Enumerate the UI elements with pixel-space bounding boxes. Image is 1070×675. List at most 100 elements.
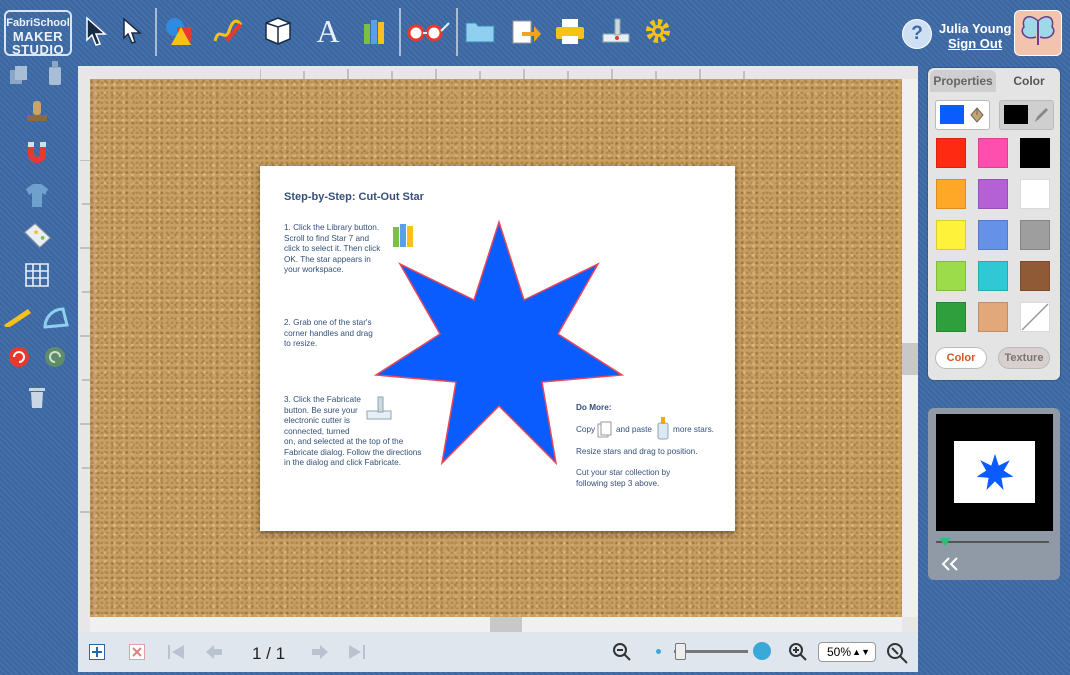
vertical-scroll-thumb[interactable] [902, 343, 918, 375]
select-arrow-icon[interactable] [78, 12, 114, 50]
view-glasses-icon[interactable] [404, 12, 450, 50]
shirt-icon[interactable] [22, 180, 52, 210]
color-swatch-pink[interactable] [978, 138, 1008, 168]
redo-icon[interactable] [40, 342, 70, 372]
step-1-line: Scroll to find Star 7 and [284, 233, 370, 243]
stamp-icon[interactable] [22, 98, 52, 128]
last-page-icon[interactable] [346, 641, 368, 663]
color-swatch-black[interactable] [1020, 138, 1050, 168]
paste-glue-icon [656, 415, 670, 446]
next-page-icon[interactable] [309, 641, 331, 663]
collapse-chevron-icon[interactable] [940, 556, 960, 577]
do-more-cut-line: following step 3 above. [576, 478, 660, 488]
tab-properties[interactable]: Properties [930, 70, 996, 92]
zoom-min-dot [656, 649, 661, 654]
ruler-icon[interactable] [2, 302, 32, 332]
zoom-slider-handle[interactable] [675, 643, 686, 660]
texture-mode-button[interactable]: Texture [999, 348, 1049, 368]
grid-icon[interactable] [22, 260, 52, 290]
fill-color-well[interactable] [935, 100, 990, 130]
copy-icon[interactable] [4, 60, 34, 90]
color-swatch-white[interactable] [1020, 179, 1050, 209]
page-indicator: 1 / 1 [252, 644, 286, 663]
color-swatch-yellow[interactable] [936, 220, 966, 250]
preview-star [976, 453, 1014, 490]
undo-icon[interactable] [4, 342, 34, 372]
step-1-line: OK. The star appears in [284, 254, 371, 264]
page-title: Step-by-Step: Cut-Out Star [284, 191, 424, 203]
step-1-text: 1. Click the Library button. Scroll to f… [284, 223, 380, 276]
horizontal-scroll-thumb[interactable] [490, 617, 522, 632]
zoom-fit-icon[interactable] [885, 641, 909, 665]
shapes-icon[interactable] [162, 12, 198, 50]
previous-page-icon[interactable] [203, 641, 225, 663]
color-swatch-light-blue[interactable] [978, 220, 1008, 250]
avatar[interactable] [1014, 10, 1062, 56]
step-2-line: to resize. [284, 339, 318, 348]
tag-label-icon[interactable] [22, 220, 52, 250]
magnet-icon[interactable] [22, 138, 52, 168]
color-swatch-lime[interactable] [936, 261, 966, 291]
no-color-slash-icon [1021, 303, 1049, 331]
fill-bucket-icon [970, 107, 984, 123]
3d-box-icon[interactable] [260, 12, 296, 50]
color-swatch-tan[interactable] [978, 302, 1008, 332]
protractor-icon[interactable] [40, 302, 70, 332]
color-swatch-purple[interactable] [978, 179, 1008, 209]
color-swatch-brown[interactable] [1020, 261, 1050, 291]
color-swatch-none[interactable] [1020, 302, 1050, 332]
direct-select-arrow-icon[interactable] [114, 12, 150, 50]
add-page-icon[interactable] [86, 641, 108, 663]
text-icon[interactable]: A [310, 12, 346, 50]
library-books-icon[interactable] [357, 12, 393, 50]
top-ruler [259, 66, 760, 79]
copy-icon [597, 421, 613, 444]
zoom-select[interactable]: 50% ▲▼ [818, 642, 876, 662]
toolbar-separator [399, 8, 401, 56]
color-swatch-gray[interactable] [1020, 220, 1050, 250]
color-swatch-red[interactable] [936, 138, 966, 168]
draw-pencil-icon[interactable] [210, 12, 246, 50]
settings-gear-icon[interactable] [640, 12, 676, 50]
do-more-cut: Cut your star collection by following st… [576, 468, 670, 489]
open-folder-icon[interactable] [462, 12, 498, 50]
color-swatch-cyan[interactable] [978, 261, 1008, 291]
color-swatch-orange[interactable] [936, 179, 966, 209]
document-page[interactable]: Step-by-Step: Cut-Out Star 1. Click the … [260, 166, 735, 531]
zoom-in-icon[interactable] [787, 641, 809, 663]
paste-glue-icon[interactable] [40, 58, 70, 88]
toolbar-separator [155, 8, 157, 56]
preview-marker-icon[interactable] [938, 534, 952, 552]
sign-out-link[interactable]: Sign Out [948, 36, 1002, 51]
left-ruler [78, 159, 90, 530]
do-more-title: Do More: [576, 403, 612, 412]
preview-page [954, 441, 1035, 503]
color-mode-button[interactable]: Color [936, 348, 986, 368]
trash-icon[interactable] [22, 382, 52, 412]
logo-line-2: MAKER STUDIO [11, 29, 65, 57]
delete-page-icon[interactable] [126, 641, 148, 663]
step-2-line: corner handles and drag [284, 328, 373, 338]
first-page-icon[interactable] [165, 641, 187, 663]
toolbar-separator [456, 8, 458, 56]
color-swatch-green[interactable] [936, 302, 966, 332]
step-1-line: your workspace. [284, 265, 344, 274]
zoom-out-icon[interactable] [611, 641, 633, 663]
step-1-line: click to select it. Then click [284, 244, 381, 253]
do-more-copy-c: more stars. [673, 425, 714, 434]
user-name: Julia Young [939, 21, 1012, 36]
stepper-arrows-icon: ▲▼ [852, 647, 870, 657]
stroke-color-well[interactable] [999, 100, 1054, 130]
tab-color[interactable]: Color [1000, 70, 1058, 92]
help-icon[interactable]: ? [902, 19, 932, 49]
fabricate-cutter-icon[interactable] [598, 12, 634, 50]
zoom-value: 50% [827, 645, 852, 659]
stroke-color-swatch [1004, 105, 1028, 124]
zoom-max-dot [753, 642, 771, 660]
app-logo: FabriSchool MAKER STUDIO [4, 10, 72, 56]
do-more-copy-b: and paste [616, 425, 652, 434]
print-icon[interactable] [552, 12, 588, 50]
fill-color-swatch [940, 105, 964, 124]
step-2-line: 2. Grab one of the star's [284, 318, 372, 327]
export-icon[interactable] [508, 12, 544, 50]
